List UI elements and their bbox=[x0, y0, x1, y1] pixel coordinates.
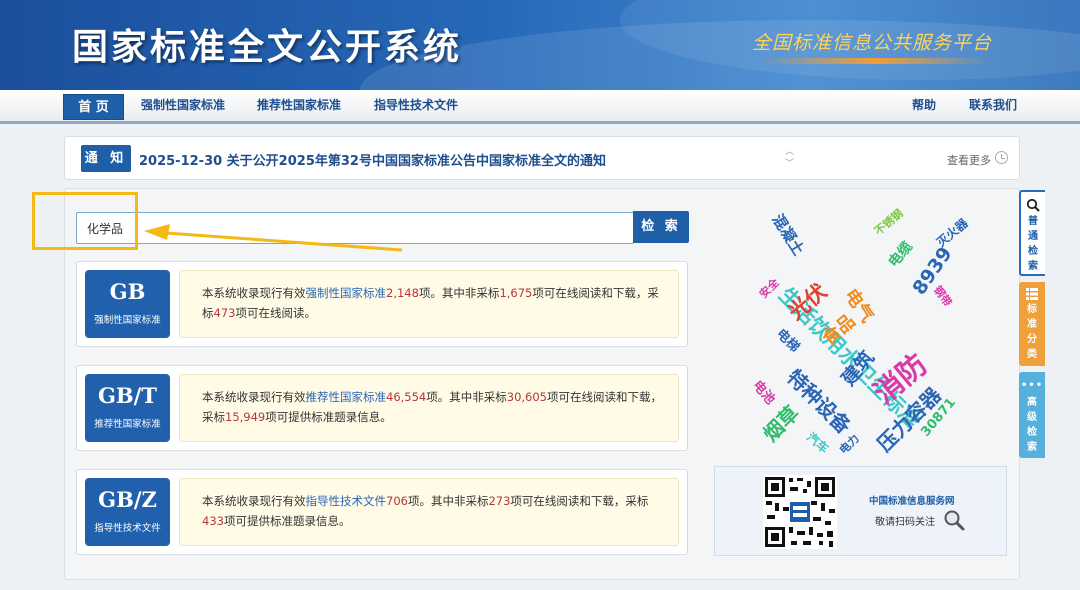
adopt-count: 433 bbox=[202, 514, 224, 528]
qr-box: 中国标准信息服务网 敬请扫码关注 bbox=[714, 466, 1007, 556]
type-link[interactable]: 推荐性国家标准 bbox=[306, 390, 387, 404]
card-code: GB/T bbox=[98, 383, 157, 408]
qr-title: 中国标准信息服务网 bbox=[869, 496, 955, 507]
slogan-underline bbox=[760, 58, 990, 64]
card-description: 本系统收录现行有效指导性技术文件706项。其中非采标273项可在线阅读和下载，采… bbox=[179, 478, 679, 546]
desc-text: 项可在线阅读和下载，采标 bbox=[510, 494, 649, 508]
cloud-word[interactable]: 烟草 bbox=[756, 398, 805, 447]
highlight-box bbox=[32, 192, 138, 250]
search-button[interactable]: 检 索 bbox=[633, 211, 689, 243]
desc-text: 项。其中非采标 bbox=[407, 494, 489, 508]
card-code: GB/Z bbox=[98, 487, 157, 512]
nav-contact[interactable]: 联系我们 bbox=[969, 90, 1017, 121]
keyword-cloud: 混凝土 生活饮用水卫生标准 不锈钢 灭火器 电缆 8939 安全 光伏 电气 钢… bbox=[720, 196, 1010, 460]
card-subtitle: 推荐性国家标准 bbox=[94, 419, 161, 430]
side-tab-plain-search[interactable]: 普通检索 bbox=[1019, 190, 1045, 276]
qr-caption: 敬请扫码关注 bbox=[875, 517, 935, 528]
list-icon bbox=[1026, 288, 1038, 300]
type-link[interactable]: 指导性技术文件 bbox=[306, 494, 387, 508]
magnifier-icon bbox=[944, 510, 965, 531]
side-tab-advanced-search[interactable]: ••• 高级检索 bbox=[1019, 372, 1045, 458]
cloud-word[interactable]: 混凝土 bbox=[768, 210, 810, 259]
card-code: GB bbox=[109, 279, 146, 304]
side-tab-category[interactable]: 标准分类 bbox=[1019, 282, 1045, 366]
slogan: 全国标准信息公共服务平台 bbox=[752, 32, 993, 54]
cloud-word[interactable]: 电池 bbox=[749, 375, 780, 408]
gb-badge[interactable]: GB 强制性国家标准 bbox=[85, 270, 170, 338]
card-description: 本系统收录现行有效强制性国家标准2,148项。其中非采标1,675项可在线阅读和… bbox=[179, 270, 679, 338]
clock-icon bbox=[995, 151, 1008, 164]
gbz-badge[interactable]: GB/Z 指导性技术文件 bbox=[85, 478, 170, 546]
header-banner: 国家标准全文公开系统 全国标准信息公共服务平台 bbox=[0, 0, 1080, 90]
main-nav: 首 页 强制性国家标准 推荐性国家标准 指导性技术文件 帮助 联系我们 bbox=[0, 90, 1080, 124]
search-icon bbox=[1026, 198, 1040, 212]
more-dots-icon: ••• bbox=[1020, 380, 1044, 391]
nav-recommended[interactable]: 推荐性国家标准 bbox=[257, 90, 341, 121]
desc-text: 项可提供标准题录信息。 bbox=[223, 514, 351, 528]
qr-code-icon bbox=[763, 475, 837, 549]
desc-text: 项可在线阅读。 bbox=[235, 306, 316, 320]
nav-help[interactable]: 帮助 bbox=[912, 90, 936, 121]
card-subtitle: 强制性国家标准 bbox=[94, 315, 161, 326]
desc-text: 项可提供标准题录信息。 bbox=[265, 410, 392, 424]
card-description: 本系统收录现行有效推荐性国家标准46,554项。其中非采标30,605项可在线阅… bbox=[179, 374, 679, 442]
cloud-word[interactable]: 汽车 bbox=[803, 428, 832, 456]
total-count: 46,554 bbox=[386, 390, 427, 404]
desc-text: 项。其中非采标 bbox=[426, 390, 507, 404]
stat-card-gbt: GB/T 推荐性国家标准 本系统收录现行有效推荐性国家标准46,554项。其中非… bbox=[76, 365, 688, 451]
notice-bar: 通 知 2025-12-30 关于公开2025年第32号中国国家标准公告中国家标… bbox=[64, 136, 1020, 180]
notice-link[interactable]: 2025-12-30 关于公开2025年第32号中国国家标准公告中国家标准全文的… bbox=[139, 150, 606, 169]
notice-scroll-arrows-icon[interactable]: ︿ ﹀ bbox=[785, 146, 794, 170]
nav-mandatory[interactable]: 强制性国家标准 bbox=[141, 90, 225, 121]
side-tab-label: 标准分类 bbox=[1027, 304, 1037, 360]
nonadopt-count: 273 bbox=[488, 494, 511, 508]
total-count: 706 bbox=[386, 494, 408, 508]
cloud-word[interactable]: 不锈钢 bbox=[871, 205, 907, 238]
adopt-count: 15,949 bbox=[225, 410, 266, 424]
card-subtitle: 指导性技术文件 bbox=[94, 523, 161, 534]
site-title: 国家标准全文公开系统 bbox=[72, 27, 463, 68]
type-link[interactable]: 强制性国家标准 bbox=[306, 286, 387, 300]
desc-text: 本系统收录现行有效 bbox=[202, 390, 306, 404]
stat-card-gbz: GB/Z 指导性技术文件 本系统收录现行有效指导性技术文件706项。其中非采标2… bbox=[76, 469, 688, 555]
nonadopt-count: 30,605 bbox=[506, 390, 547, 404]
desc-text: 本系统收录现行有效 bbox=[202, 286, 306, 300]
nav-guidance[interactable]: 指导性技术文件 bbox=[374, 90, 458, 121]
nav-home[interactable]: 首 页 bbox=[63, 94, 124, 120]
notice-more-link[interactable]: 查看更多 bbox=[947, 152, 991, 168]
desc-text: 本系统收录现行有效 bbox=[202, 494, 306, 508]
nonadopt-count: 1,675 bbox=[499, 286, 533, 300]
notice-badge: 通 知 bbox=[81, 145, 131, 172]
adopt-count: 473 bbox=[213, 306, 236, 320]
side-tab-label: 普通检索 bbox=[1028, 216, 1038, 272]
cloud-word[interactable]: 电缆 bbox=[883, 237, 916, 271]
highlight-arrow-icon bbox=[144, 224, 402, 252]
gbt-badge[interactable]: GB/T 推荐性国家标准 bbox=[85, 374, 170, 442]
stat-card-gb: GB 强制性国家标准 本系统收录现行有效强制性国家标准2,148项。其中非采标1… bbox=[76, 261, 688, 347]
side-tab-label: 高级检索 bbox=[1027, 397, 1037, 453]
desc-text: 项。其中非采标 bbox=[418, 286, 500, 300]
total-count: 2,148 bbox=[386, 286, 419, 300]
